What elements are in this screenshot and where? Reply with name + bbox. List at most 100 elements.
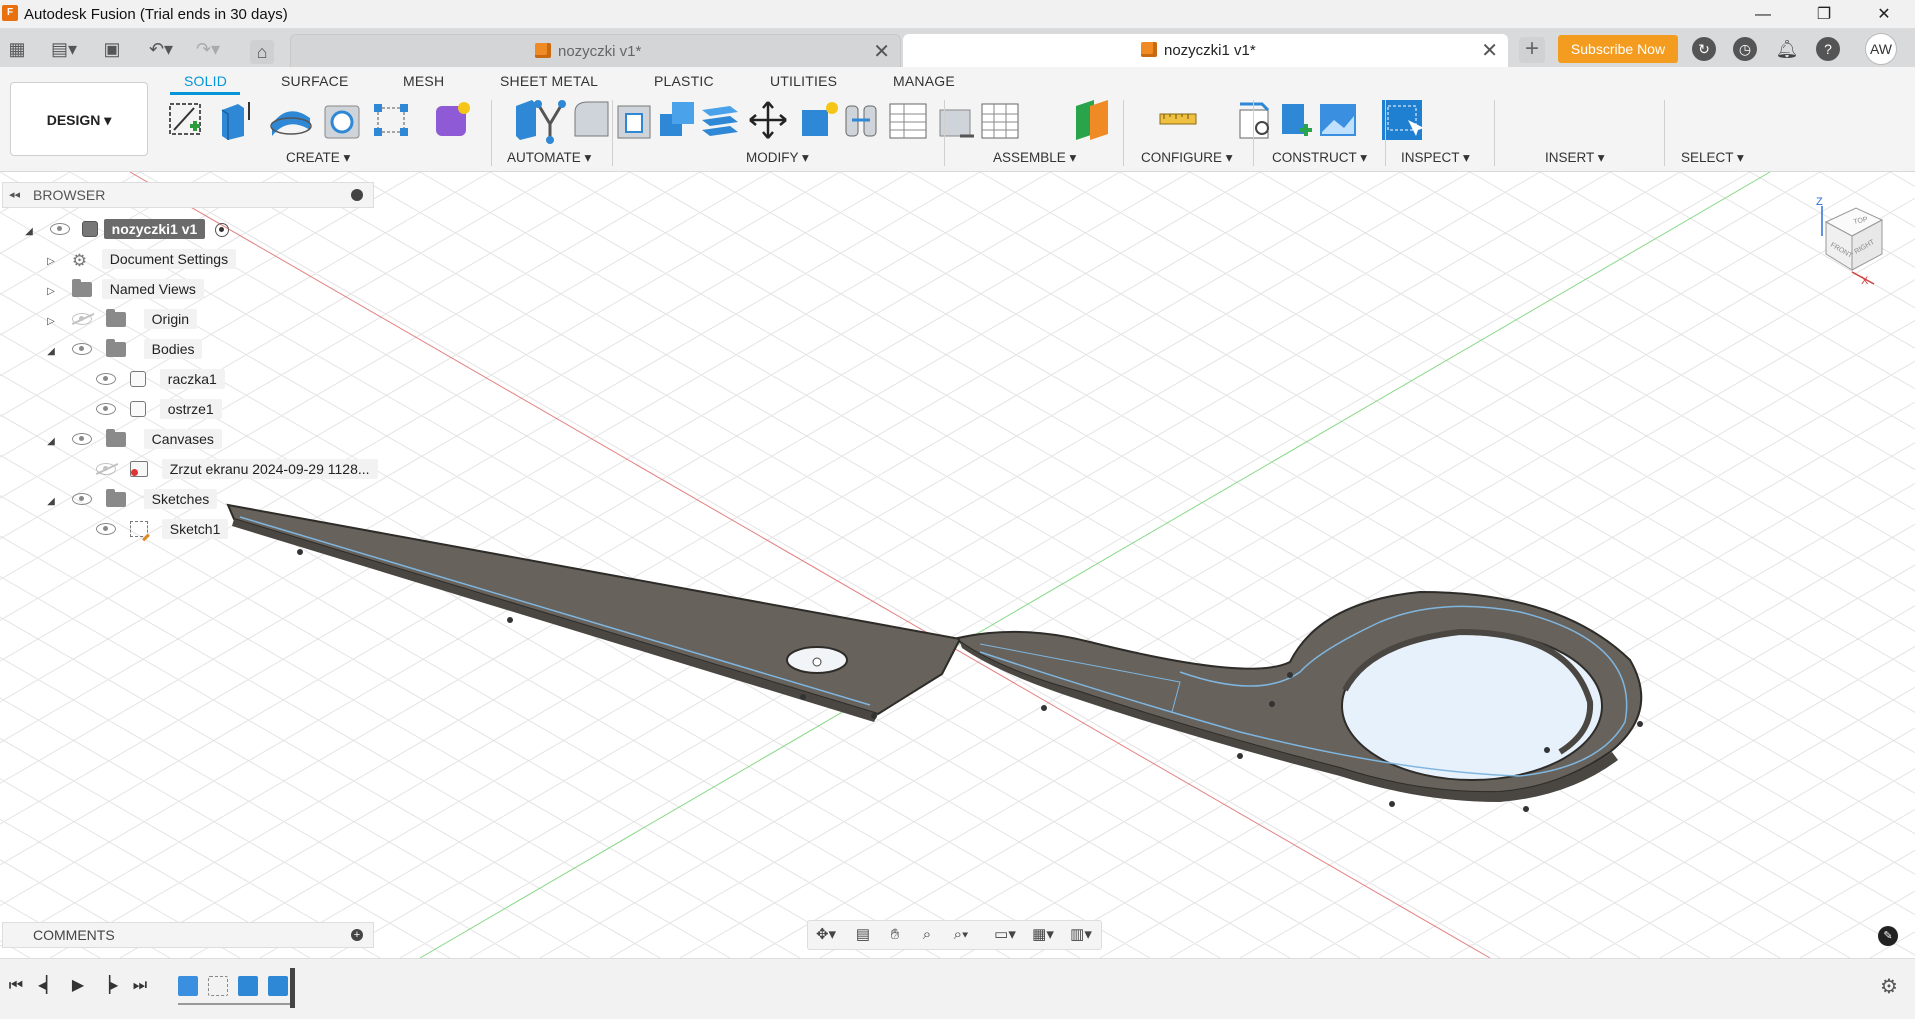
bill-of-materials-icon[interactable] bbox=[889, 103, 927, 139]
tab-solid[interactable]: SOLID bbox=[184, 73, 227, 89]
go-to-end-icon[interactable]: ⏭︎ bbox=[130, 976, 150, 996]
hole-icon[interactable] bbox=[324, 105, 360, 139]
tree-item-canvases[interactable]: ◢ Canvases bbox=[44, 425, 222, 453]
workspace-switcher[interactable]: DESIGN ▾ bbox=[10, 82, 148, 156]
collapse-arrow-icon[interactable]: ◢ bbox=[44, 428, 58, 456]
maximize-button[interactable]: ❐ bbox=[1796, 0, 1852, 29]
visibility-eye-icon[interactable] bbox=[71, 433, 92, 445]
timeline-marker[interactable] bbox=[290, 968, 295, 1008]
tree-item-bodies[interactable]: ◢ Bodies bbox=[44, 335, 203, 366]
tree-item-document-settings[interactable]: ▷ ⚙ Document Settings bbox=[44, 245, 237, 276]
offset-face-icon[interactable] bbox=[702, 106, 738, 136]
create-sketch-icon[interactable] bbox=[169, 103, 201, 135]
select-icon[interactable] bbox=[1382, 100, 1424, 140]
timeline-canvas-icon[interactable] bbox=[178, 976, 198, 996]
collapse-arrow-icon[interactable]: ◢ bbox=[44, 338, 58, 366]
visibility-eye-icon[interactable] bbox=[96, 403, 116, 415]
model-scissors[interactable] bbox=[0, 172, 1915, 958]
pattern-icon[interactable] bbox=[374, 104, 408, 136]
feedback-icon[interactable]: ✎ bbox=[1878, 926, 1898, 946]
automate-tool-icon[interactable] bbox=[534, 100, 566, 144]
extrude-icon[interactable] bbox=[221, 102, 250, 140]
tab-surface[interactable]: SURFACE bbox=[281, 73, 349, 89]
measure-icon[interactable] bbox=[1159, 113, 1197, 125]
extensions-icon[interactable]: ↻ bbox=[1692, 37, 1716, 61]
hidden-eye-icon[interactable] bbox=[71, 313, 92, 325]
press-pull-icon[interactable] bbox=[516, 100, 536, 140]
expand-arrow-icon[interactable]: ▷ bbox=[44, 278, 58, 306]
close-tab-button[interactable]: ✕ bbox=[1481, 34, 1498, 68]
assemble-menu[interactable]: ASSEMBLE ▾ bbox=[993, 150, 1076, 166]
tree-item-raczka1[interactable]: raczka1 bbox=[96, 365, 225, 393]
insert-derive-icon[interactable] bbox=[1239, 102, 1270, 139]
construct-menu[interactable]: CONSTRUCT ▾ bbox=[1272, 150, 1367, 166]
insert-menu[interactable]: INSERT ▾ bbox=[1545, 150, 1605, 166]
step-back-icon[interactable]: ◂▏ bbox=[38, 976, 58, 996]
comments-panel[interactable]: COMMENTS + bbox=[2, 922, 374, 948]
go-to-start-icon[interactable]: ⏮︎ bbox=[6, 976, 26, 996]
tree-item-sketch1[interactable]: Sketch1 bbox=[96, 515, 229, 543]
apps-grid-icon[interactable]: ▦ bbox=[5, 37, 29, 61]
viewports-icon[interactable]: ▥▾ bbox=[1066, 925, 1096, 945]
timeline-settings-gear-icon[interactable]: ⚙ bbox=[1878, 976, 1900, 998]
job-status-icon[interactable]: ◷ bbox=[1733, 37, 1757, 61]
create-menu[interactable]: CREATE ▾ bbox=[286, 150, 350, 166]
configure-icon[interactable] bbox=[939, 109, 974, 138]
step-forward-icon[interactable]: ▕▸ bbox=[98, 976, 118, 996]
zoom-icon[interactable]: ⌕ bbox=[916, 925, 938, 945]
new-tab-button[interactable]: + bbox=[1519, 37, 1545, 63]
tree-item-canvas-image[interactable]: Zrzut ekranu 2024-09-29 1128... bbox=[96, 455, 378, 483]
configuration-table-icon[interactable] bbox=[981, 103, 1019, 139]
move-icon[interactable] bbox=[749, 101, 787, 139]
play-icon[interactable]: ▶ bbox=[68, 976, 88, 996]
save-icon[interactable]: ▣ bbox=[100, 37, 124, 61]
expand-arrow-icon[interactable]: ▷ bbox=[44, 248, 58, 276]
inspect-menu[interactable]: INSPECT ▾ bbox=[1401, 150, 1470, 166]
visibility-eye-icon[interactable] bbox=[71, 493, 92, 505]
revolve-icon[interactable] bbox=[270, 111, 312, 136]
automate-menu[interactable]: AUTOMATE ▾ bbox=[507, 150, 591, 166]
insert-mcmaster-icon[interactable] bbox=[1282, 104, 1312, 136]
new-component-icon[interactable] bbox=[802, 102, 838, 136]
tab-mesh[interactable]: MESH bbox=[403, 73, 444, 89]
redo-icon[interactable]: ↷▾ bbox=[190, 37, 226, 61]
offset-plane-icon[interactable] bbox=[1076, 100, 1108, 140]
tab-nozyczki1[interactable]: nozyczki1 v1* ✕ bbox=[903, 34, 1508, 68]
collapse-arrow-icon[interactable]: ◢ bbox=[44, 488, 58, 516]
activate-radio-icon[interactable] bbox=[215, 223, 230, 237]
select-menu[interactable]: SELECT ▾ bbox=[1681, 150, 1744, 166]
browser-panel-header[interactable]: ◂◂ BROWSER bbox=[2, 182, 374, 208]
timeline-extrude-icon[interactable] bbox=[268, 976, 288, 996]
tree-item-sketches[interactable]: ◢ Sketches bbox=[44, 485, 218, 516]
configure-menu[interactable]: CONFIGURE ▾ bbox=[1141, 150, 1233, 166]
timeline-sketch-icon[interactable] bbox=[208, 976, 228, 996]
fit-zoom-icon[interactable]: ⌕▾ bbox=[946, 925, 976, 945]
visibility-eye-icon[interactable] bbox=[96, 373, 116, 385]
tab-manage[interactable]: MANAGE bbox=[893, 73, 955, 89]
view-cube[interactable]: TOP FRONT RIGHT Z X bbox=[1806, 196, 1896, 286]
blade-body[interactable] bbox=[226, 503, 962, 722]
tab-sheet-metal[interactable]: SHEET METAL bbox=[500, 73, 598, 89]
user-avatar[interactable]: AW bbox=[1865, 33, 1897, 65]
display-settings-icon[interactable]: ▭▾ bbox=[990, 925, 1020, 945]
modify-menu[interactable]: MODIFY ▾ bbox=[746, 150, 809, 166]
3d-viewport[interactable] bbox=[0, 172, 1915, 958]
add-comment-icon[interactable]: + bbox=[351, 929, 363, 941]
handle-body[interactable] bbox=[956, 590, 1643, 802]
close-tab-button[interactable]: ✕ bbox=[873, 35, 890, 69]
file-menu-icon[interactable]: ▤▾ bbox=[46, 37, 82, 61]
orbit-icon[interactable]: ✥▾ bbox=[812, 925, 840, 945]
tree-item-ostrze1[interactable]: ostrze1 bbox=[96, 395, 222, 423]
home-icon[interactable]: ⌂ bbox=[250, 40, 274, 64]
tab-plastic[interactable]: PLASTIC bbox=[654, 73, 714, 89]
tree-item-named-views[interactable]: ▷ Named Views bbox=[44, 275, 204, 303]
visibility-eye-icon[interactable] bbox=[71, 343, 92, 355]
hidden-eye-icon[interactable] bbox=[96, 463, 116, 475]
joint-icon[interactable] bbox=[845, 105, 877, 137]
expand-arrow-icon[interactable]: ◢ bbox=[22, 218, 36, 246]
browser-pin-icon[interactable] bbox=[351, 189, 363, 201]
collapse-browser-icon[interactable]: ◂◂ bbox=[9, 183, 20, 207]
shell-icon[interactable] bbox=[617, 105, 651, 139]
tree-item-origin[interactable]: ▷ Origin bbox=[44, 305, 198, 333]
subscribe-button[interactable]: Subscribe Now bbox=[1558, 35, 1678, 63]
